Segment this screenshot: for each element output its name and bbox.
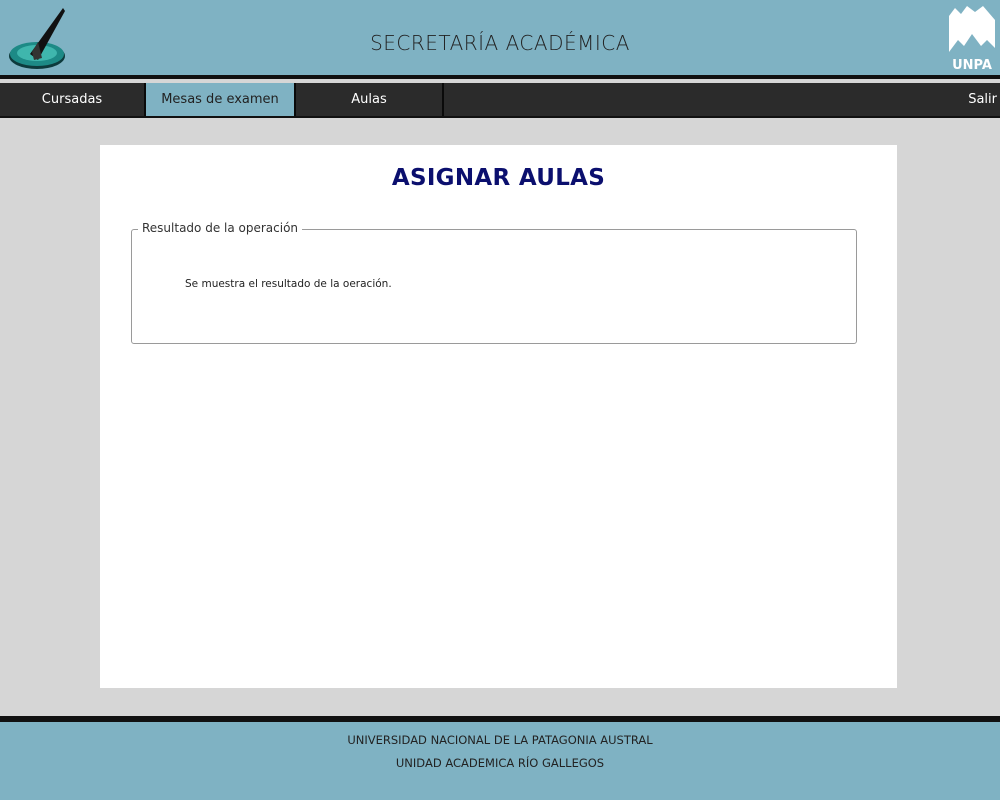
footer-university-name: UNIVERSIDAD NACIONAL DE LA PATAGONIA AUS…: [347, 733, 653, 747]
page-header-title: SECRETARÍA ACADÉMICA: [370, 31, 630, 55]
unpa-logo-text: UNPA: [952, 58, 992, 72]
operation-result-box: Resultado de la operación Se muestra el …: [131, 221, 857, 344]
main-nav: Cursadas Mesas de examen Aulas Salir: [0, 83, 1000, 118]
operation-result-legend: Resultado de la operación: [138, 221, 303, 235]
logout-link[interactable]: Salir: [968, 83, 997, 116]
tab-aulas[interactable]: Aulas: [296, 83, 444, 116]
page-title: ASIGNAR AULAS: [391, 165, 606, 191]
site-header: SECRETARÍA ACADÉMICA UNPA: [0, 0, 1000, 79]
unpa-mountain-logo-icon: UNPA: [949, 6, 995, 73]
content-panel: ASIGNAR AULAS Resultado de la operación …: [100, 145, 897, 688]
tab-mesas-de-examen[interactable]: Mesas de examen: [146, 83, 296, 116]
tab-cursadas[interactable]: Cursadas: [0, 83, 146, 116]
operation-result-message: Se muestra el resultado de la oeración.: [185, 278, 392, 290]
footer-academic-unit: UNIDAD ACADEMICA RÍO GALLEGOS: [395, 756, 605, 770]
site-footer: UNIVERSIDAD NACIONAL DE LA PATAGONIA AUS…: [0, 716, 1000, 800]
